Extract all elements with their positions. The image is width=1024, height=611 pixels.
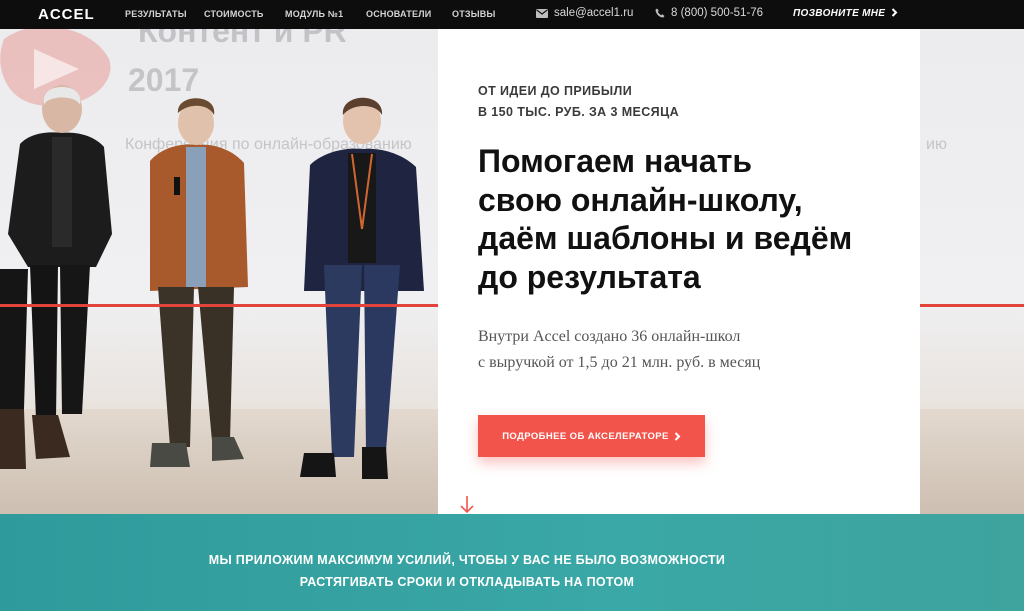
banner-line-2: РАСТЯГИВАТЬ СРОКИ И ОТКЛАДЫВАТЬ НА ПОТОМ xyxy=(299,575,635,589)
nav-results[interactable]: РЕЗУЛЬТАТЫ xyxy=(125,9,187,19)
callback-button[interactable]: ПОЗВОНИТЕ МНЕ xyxy=(793,8,898,19)
banner-text: МЫ ПРИЛОЖИМ МАКСИМУМ УСИЛИЙ, ЧТОБЫ У ВАС… xyxy=(0,549,934,593)
hero-card: ОТ ИДЕИ ДО ПРИБЫЛИ В 150 ТЫС. РУБ. ЗА 3 … xyxy=(438,29,920,514)
hero-headline: Помогаем начать свою онлайн-школу, даём … xyxy=(478,142,898,296)
hero-kicker: ОТ ИДЕИ ДО ПРИБЫЛИ В 150 ТЫС. РУБ. ЗА 3 … xyxy=(478,81,679,123)
subtext-line-1: Внутри Accel создано 36 онлайн-школ xyxy=(478,328,741,345)
kicker-line-1: ОТ ИДЕИ ДО ПРИБЫЛИ xyxy=(478,84,633,98)
nav-pricing[interactable]: СТОИМОСТЬ xyxy=(204,9,264,19)
headline-line-4: до результата xyxy=(478,258,701,295)
chevron-right-icon xyxy=(674,431,681,441)
email-link[interactable]: sale@accel1.ru xyxy=(536,7,633,19)
commitment-banner: МЫ ПРИЛОЖИМ МАКСИМУМ УСИЛИЙ, ЧТОБЫ У ВАС… xyxy=(0,514,1024,611)
cta-label: ПОДРОБНЕЕ ОБ АКСЕЛЕРАТОРЕ xyxy=(502,430,669,442)
accelerator-details-button[interactable]: ПОДРОБНЕЕ ОБ АКСЕЛЕРАТОРЕ xyxy=(478,415,705,457)
kicker-line-2: В 150 ТЫС. РУБ. ЗА 3 МЕСЯЦА xyxy=(478,105,680,119)
email-text: sale@accel1.ru xyxy=(554,7,634,19)
callback-label: ПОЗВОНИТЕ МНЕ xyxy=(793,8,886,19)
envelope-icon xyxy=(536,8,548,18)
logo[interactable]: ACCEL xyxy=(38,6,95,23)
headline-line-1: Помогаем начать xyxy=(478,143,753,179)
headline-line-3: даём шаблоны и ведём xyxy=(478,220,853,256)
chevron-right-icon xyxy=(892,8,898,17)
backdrop-subtitle-tail: ию xyxy=(926,136,947,153)
nav-reviews[interactable]: ОТЗЫВЫ xyxy=(452,9,495,19)
nav-module-1[interactable]: МОДУЛЬ №1 xyxy=(285,9,343,19)
hero-section: Контент и PR 2017 Конференция по онлайн-… xyxy=(0,29,1024,514)
phone-link[interactable]: 8 (800) 500-51-76 xyxy=(655,7,763,19)
subtext-line-2: с выручкой от 1,5 до 21 млн. руб. в меся… xyxy=(478,354,761,371)
headline-line-2: свою онлайн-школу, xyxy=(478,181,803,218)
phone-text: 8 (800) 500-51-76 xyxy=(671,7,764,19)
banner-line-1: МЫ ПРИЛОЖИМ МАКСИМУМ УСИЛИЙ, ЧТОБЫ У ВАС… xyxy=(208,553,726,567)
arrow-down-icon[interactable] xyxy=(458,495,476,514)
phone-icon xyxy=(655,8,665,18)
hero-subtext: Внутри Accel создано 36 онлайн-школ с вы… xyxy=(478,324,898,376)
speakers-photo xyxy=(0,85,424,479)
top-navigation: ACCEL РЕЗУЛЬТАТЫ СТОИМОСТЬ МОДУЛЬ №1 ОСН… xyxy=(0,0,1024,29)
nav-founders[interactable]: ОСНОВАТЕЛИ xyxy=(366,9,431,19)
